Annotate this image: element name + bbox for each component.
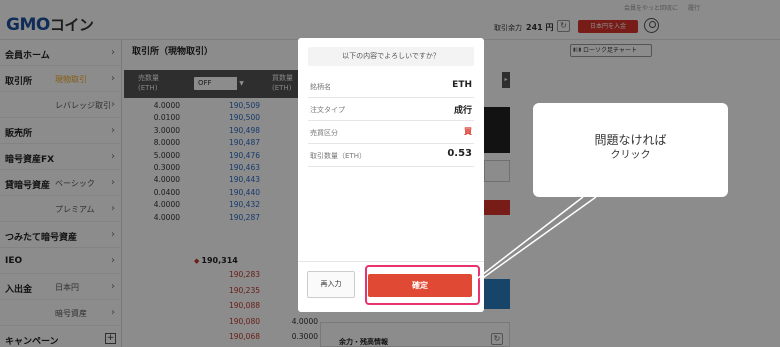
callout-line-1: 問題なければ [594,133,667,147]
callout-text: 問題なければ クリック [533,133,728,163]
callout-line-2: クリック [610,150,651,161]
instruction-callout: 問題なければ クリック [533,103,728,197]
